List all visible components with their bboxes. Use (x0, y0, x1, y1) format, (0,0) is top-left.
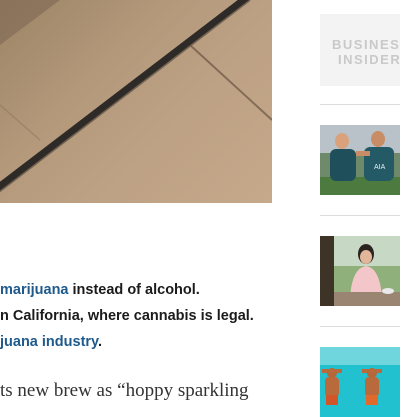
marijuana-link[interactable]: marijuana (0, 282, 69, 298)
article-body-paragraph: ts new brew as “hoppy sparkling (0, 380, 249, 401)
article-bullet-list: marijuana instead of alcohol. n Californ… (0, 280, 272, 358)
sidebar: BUSINESS INSIDER AIA (320, 0, 400, 417)
sidebar-story-thumbnail[interactable] (320, 236, 400, 306)
svg-text:AIA: AIA (374, 164, 386, 171)
sidebar-story-thumbnail[interactable]: AIA (320, 125, 400, 195)
tile-floor-photo (0, 0, 272, 193)
soccer-players-photo: AIA (320, 125, 400, 195)
marijuana-industry-link[interactable]: juana industry (0, 334, 98, 350)
sidebar-divider (320, 326, 400, 327)
sidebar-story-thumbnail[interactable] (320, 347, 400, 417)
logo-line-2: INSIDER (338, 52, 400, 67)
bullet-text: n California, where cannabis is legal. (0, 308, 254, 324)
sidebar-divider (320, 215, 400, 216)
article-hero-image (0, 0, 272, 203)
bullet-text: . (98, 334, 103, 350)
woman-at-table-photo (320, 236, 400, 306)
beach-people-photo (320, 347, 400, 417)
business-insider-logo[interactable]: BUSINESS INSIDER (320, 14, 400, 86)
bullet-item: juana industry. (0, 332, 272, 358)
bullet-item: marijuana instead of alcohol. (0, 280, 272, 306)
logo-line-1: BUSINESS (332, 37, 400, 52)
bullet-text: instead of alcohol. (68, 282, 200, 298)
bullet-item: n California, where cannabis is legal. (0, 306, 272, 332)
sidebar-divider (320, 104, 400, 105)
